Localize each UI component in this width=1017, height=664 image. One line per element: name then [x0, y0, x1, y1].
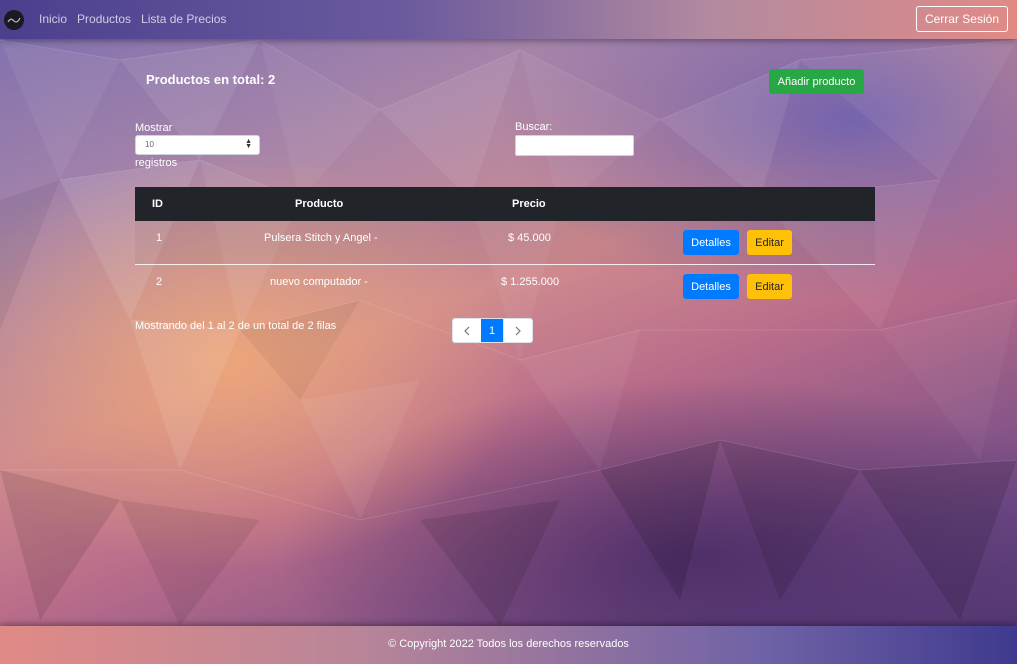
- details-button[interactable]: Detalles: [683, 274, 739, 299]
- select-arrows-icon: ▲ ▼: [245, 138, 252, 150]
- cell-precio: $ 1.255.000: [501, 276, 560, 288]
- next-page-button[interactable]: [503, 319, 532, 342]
- nav-links: Inicio Productos Lista de Precios: [39, 12, 226, 26]
- cell-producto: Pulsera Stitch y Angel -: [264, 232, 378, 244]
- search-input[interactable]: [515, 135, 634, 156]
- top-navbar: Inicio Productos Lista de Precios Cerrar…: [0, 0, 1017, 39]
- cell-producto: nuevo computador -: [270, 276, 368, 288]
- edit-button[interactable]: Editar: [747, 230, 792, 255]
- details-button[interactable]: Detalles: [683, 230, 739, 255]
- chevron-right-icon: [515, 326, 521, 335]
- main-content: Productos en total: 2 Añadir producto Mo…: [0, 0, 1017, 664]
- table-row: 1 Pulsera Stitch y Angel - $ 45.000 Deta…: [135, 221, 875, 265]
- header-producto: Producto: [295, 198, 344, 210]
- cell-id: 2: [156, 276, 163, 288]
- logout-button[interactable]: Cerrar Sesión: [915, 6, 1008, 32]
- edit-button[interactable]: Editar: [747, 274, 792, 299]
- page-title: Productos en total: 2: [146, 72, 276, 87]
- previous-page-button[interactable]: [453, 319, 481, 342]
- length-label-suffix: registros: [135, 157, 178, 169]
- header-precio: Precio: [512, 198, 546, 210]
- nav-link-lista-precios[interactable]: Lista de Precios: [141, 12, 226, 26]
- brand-logo[interactable]: [4, 10, 24, 30]
- header-id: ID: [152, 198, 163, 210]
- pagination: 1: [452, 318, 533, 343]
- logo-icon: [7, 17, 21, 23]
- table-row: 2 nuevo computador - $ 1.255.000 Detalle…: [135, 265, 875, 308]
- search-label: Buscar:: [515, 121, 553, 133]
- add-product-button[interactable]: Añadir producto: [769, 69, 864, 94]
- nav-link-productos[interactable]: Productos: [77, 12, 131, 26]
- table-header: ID Producto Precio: [135, 187, 875, 221]
- table-info: Mostrando del 1 al 2 de un total de 2 fi…: [135, 320, 337, 332]
- copyright-text: © Copyright 2022 Todos los derechos rese…: [388, 638, 629, 650]
- nav-link-inicio[interactable]: Inicio: [39, 12, 67, 26]
- cell-id: 1: [156, 232, 163, 244]
- products-table: ID Producto Precio 1 Pulsera Stitch y An…: [135, 187, 875, 308]
- chevron-left-icon: [464, 326, 470, 335]
- page-length-value: 10: [145, 140, 154, 149]
- cell-precio: $ 45.000: [508, 232, 551, 244]
- length-label: Mostrar: [135, 122, 173, 134]
- page-length-select[interactable]: 10 ▲ ▼: [135, 135, 260, 155]
- page-button-1[interactable]: 1: [481, 319, 503, 342]
- footer: © Copyright 2022 Todos los derechos rese…: [0, 626, 1017, 664]
